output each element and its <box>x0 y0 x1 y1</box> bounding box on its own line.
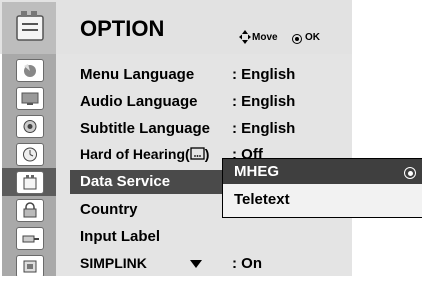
radio-dot <box>408 171 413 176</box>
menu-item-menu-language[interactable]: Menu Language <box>80 66 194 83</box>
menu-value-audio-language: : English <box>232 93 296 110</box>
menu-value-menu-language: : English <box>232 66 296 83</box>
move-hint: Move <box>252 32 278 43</box>
ok-hint: OK <box>305 32 320 43</box>
usb-icon[interactable] <box>16 255 44 278</box>
hearing-impaired-icon <box>190 146 205 162</box>
four-way-arrow-icon <box>238 29 252 50</box>
menu-title: OPTION <box>80 16 165 41</box>
bottom-strip <box>0 276 352 284</box>
menu-item-subtitle-language[interactable]: Subtitle Language <box>80 120 210 137</box>
picture-icon[interactable] <box>16 59 44 82</box>
option-menu-panel: OPTION Move OK Menu Language : English A… <box>0 0 422 284</box>
menu-item-hard-of-hearing[interactable]: Hard of Hearing() <box>80 146 209 162</box>
audio-icon[interactable] <box>16 115 44 138</box>
scroll-down-arrow-icon[interactable] <box>190 260 202 268</box>
option-icon <box>16 11 44 41</box>
hard-of-hearing-label-end: ) <box>204 146 210 162</box>
menu-item-input-label[interactable]: Input Label <box>80 228 160 245</box>
popup-option-teletext[interactable]: Teletext <box>234 191 290 208</box>
popup-option-mheg[interactable]: MHEG <box>234 163 279 180</box>
menu-item-audio-language[interactable]: Audio Language <box>80 93 198 110</box>
menu-value-subtitle-language: : English <box>232 120 296 137</box>
header-icon-area <box>2 2 56 54</box>
menu-item-data-service[interactable]: Data Service <box>80 173 170 190</box>
menu-value-simplink: : On <box>232 255 262 272</box>
input-icon[interactable] <box>16 227 44 250</box>
screen-icon[interactable] <box>16 87 44 110</box>
menu-item-country[interactable]: Country <box>80 201 138 218</box>
clock-icon[interactable] <box>16 143 44 166</box>
hard-of-hearing-label: Hard of Hearing( <box>80 146 190 162</box>
menu-item-simplink[interactable]: SIMPLINK <box>80 255 147 271</box>
lock-icon[interactable] <box>16 199 44 222</box>
option-icon-small[interactable] <box>16 171 44 194</box>
ok-circle-icon <box>291 32 303 50</box>
